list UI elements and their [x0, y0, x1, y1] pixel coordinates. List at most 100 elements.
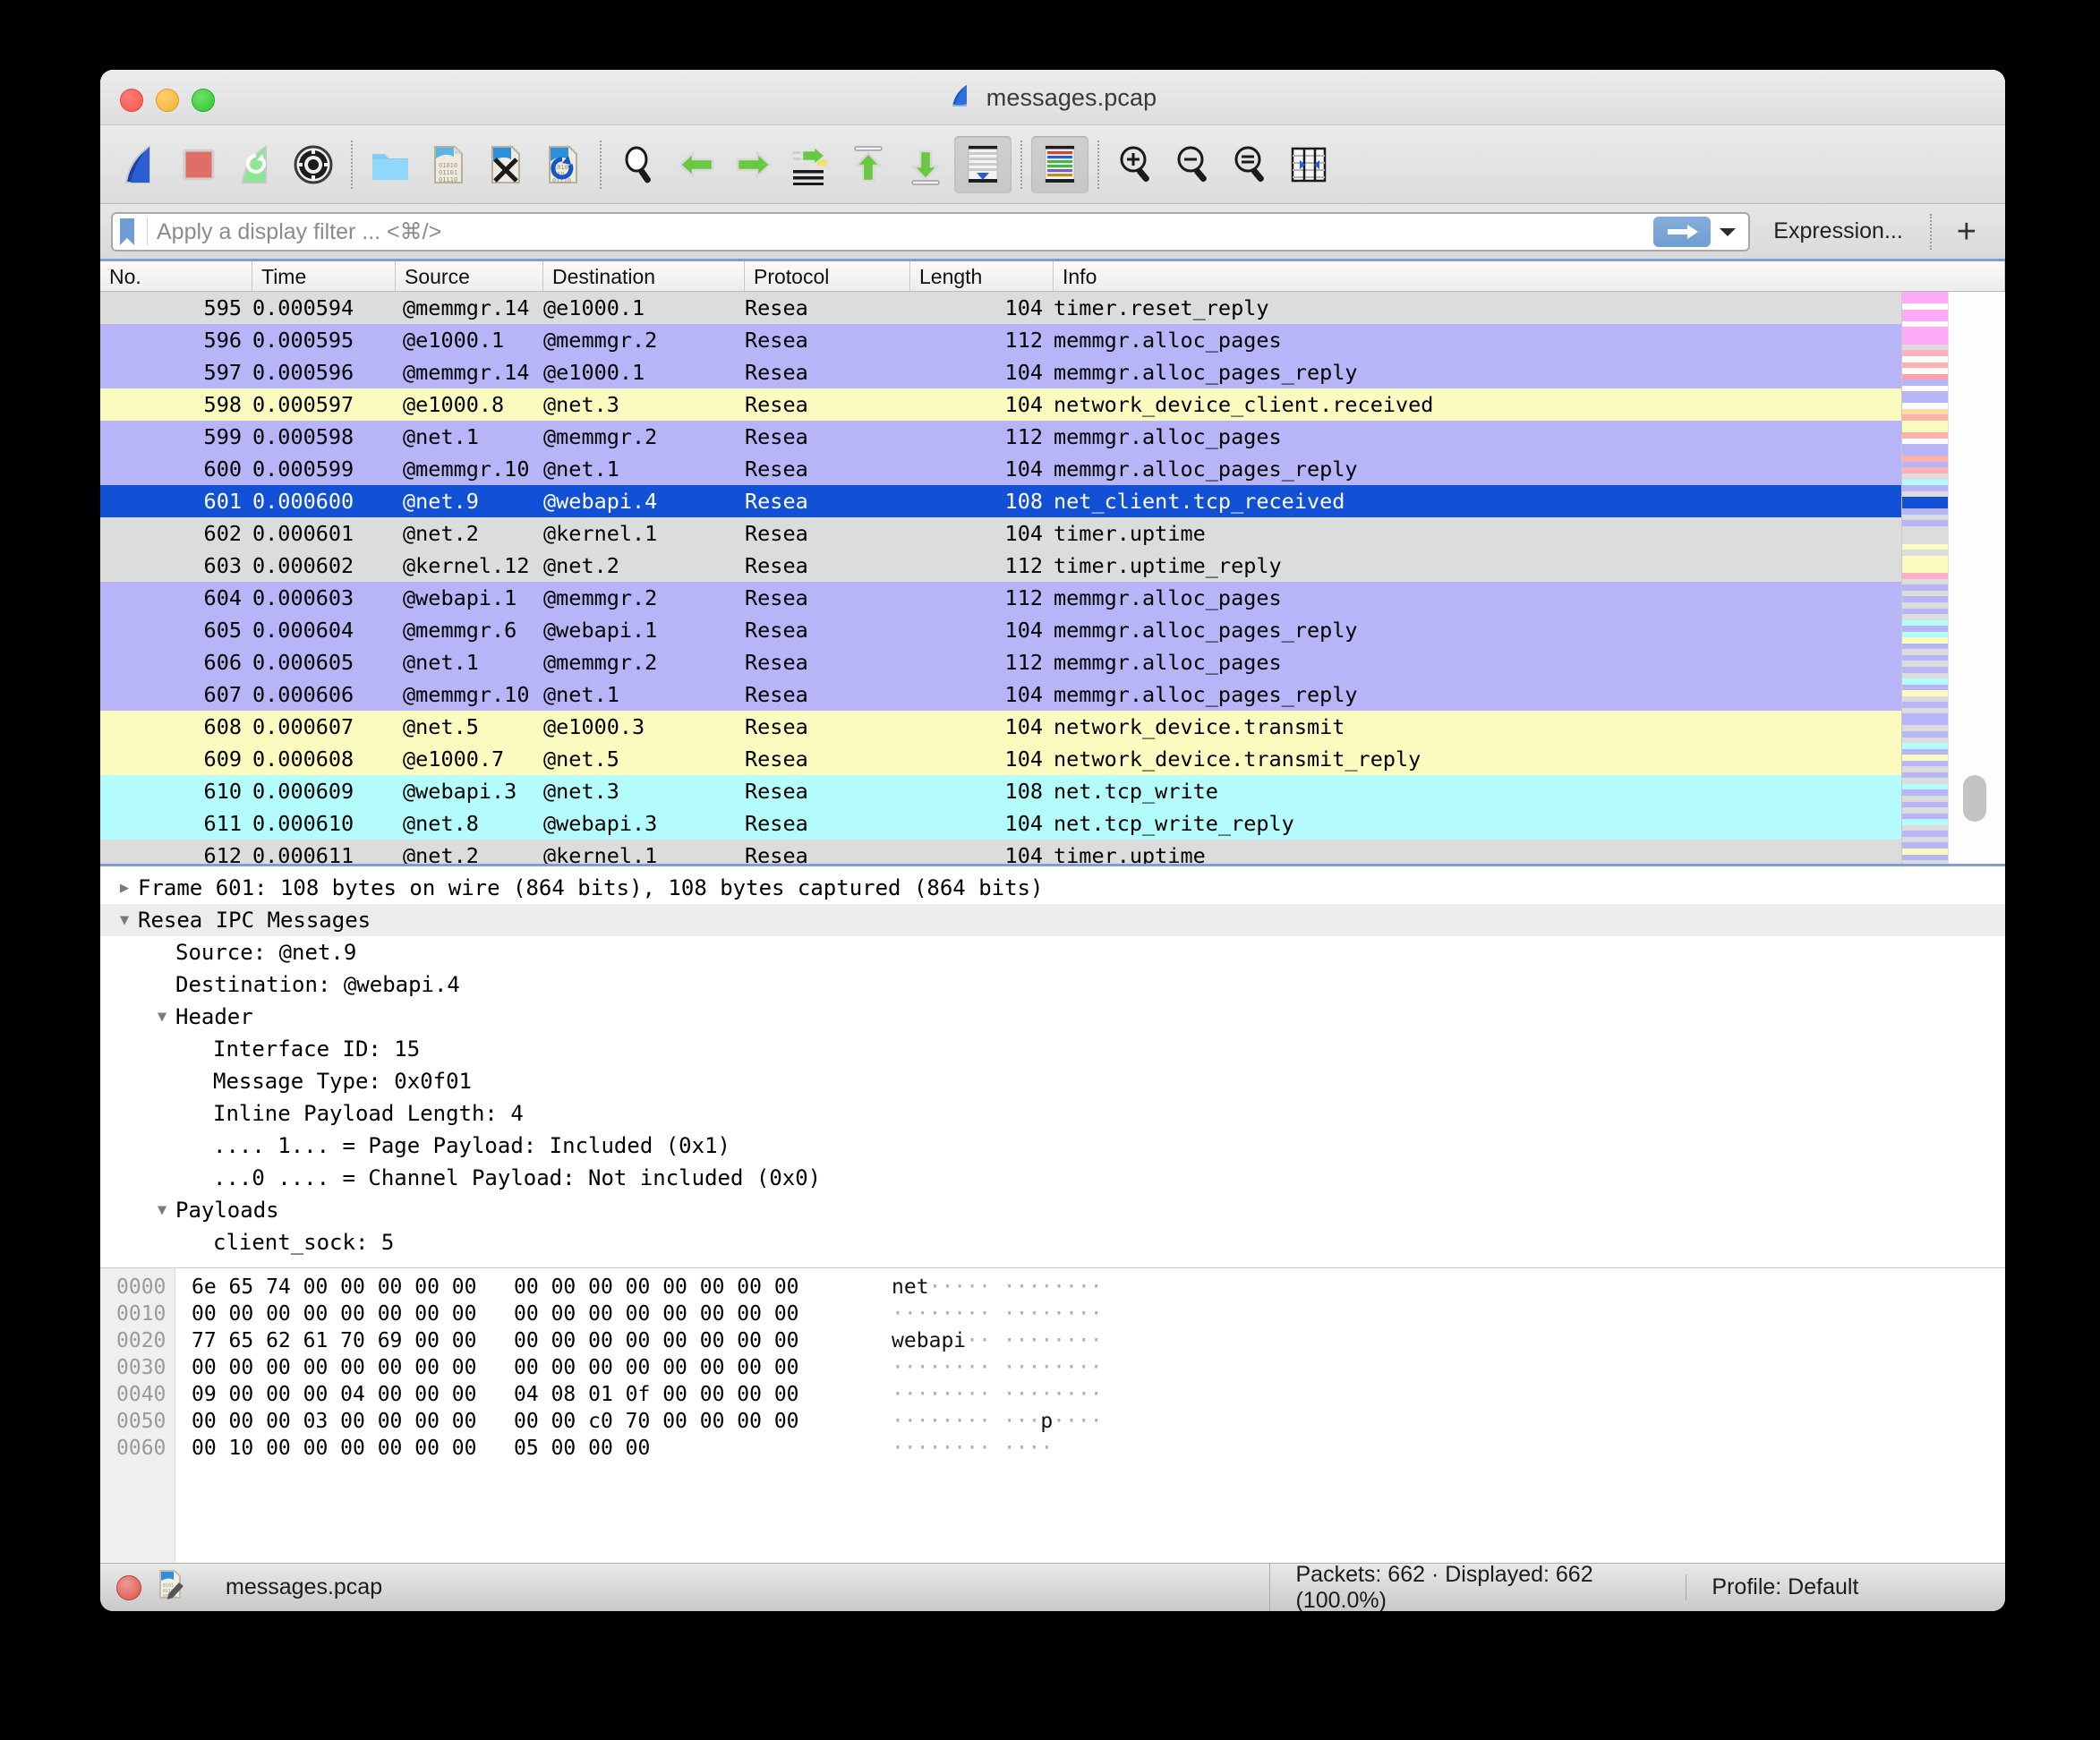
packet-row[interactable]: 605 0.000604 @memmgr.6 @webapi.1 Resea 104 mem… — [100, 614, 2005, 646]
hex-dump-row[interactable]: 0050 00 00 00 03 00 00 00 00 00 00 c0 70 … — [100, 1408, 2005, 1435]
auto-scroll-button[interactable] — [954, 135, 1012, 193]
scrollbar-thumb[interactable] — [1963, 775, 1986, 822]
capture-options-button[interactable] — [285, 136, 342, 193]
column-header-time[interactable]: Time — [252, 261, 396, 291]
packet-row[interactable]: 595 0.000594 @memmgr.14 @e1000.1 Resea 104 tim… — [100, 292, 2005, 324]
hex-bytes: 00 00 00 00 00 00 00 00 00 00 00 00 00 0… — [192, 1302, 799, 1326]
detail-tree-row[interactable]: Interface ID: 15 — [100, 1033, 2005, 1065]
packet-cell-destination: @net.3 — [543, 779, 619, 804]
column-header-no[interactable]: No. — [100, 261, 252, 291]
chevron-down-icon[interactable]: ▼ — [113, 911, 136, 929]
packet-cell-info: timer.uptime — [1054, 843, 1206, 864]
chevron-down-icon[interactable]: ▼ — [150, 1008, 174, 1026]
display-filter-input-wrap[interactable]: Apply a display filter ... <⌘/> — [111, 211, 1751, 252]
packet-row[interactable]: 610 0.000609 @webapi.3 @net.3 Resea 108 net.tc… — [100, 775, 2005, 807]
detail-tree-row[interactable]: ▼ Resea IPC Messages — [100, 904, 2005, 936]
packet-cell-time: 0.000603 — [252, 585, 354, 610]
reload-file-button[interactable]: 1010 110 01110 — [534, 136, 591, 193]
close-file-button[interactable] — [476, 136, 534, 193]
packet-row[interactable]: 597 0.000596 @memmgr.14 @e1000.1 Resea 104 mem… — [100, 356, 2005, 388]
packet-cell-source: @memmgr.10 — [403, 456, 530, 482]
column-header-protocol[interactable]: Protocol — [745, 261, 910, 291]
detail-tree-row[interactable]: ...0 .... = Channel Payload: Not include… — [100, 1162, 2005, 1194]
packet-cell-destination: @webapi.3 — [543, 811, 658, 836]
add-filter-button[interactable]: + — [1939, 215, 1994, 249]
packet-cell-no: 611 — [203, 811, 242, 836]
packet-cell-no: 601 — [203, 489, 242, 514]
chevron-right-icon[interactable]: ▶ — [113, 879, 136, 897]
zoom-reset-button[interactable] — [1223, 136, 1280, 193]
apply-filter-button[interactable] — [1653, 216, 1712, 247]
packet-row[interactable]: 607 0.000606 @memmgr.10 @net.1 Resea 104 memmg… — [100, 678, 2005, 711]
status-profile[interactable]: Profile: Default — [1686, 1574, 2005, 1600]
bookmark-icon[interactable] — [118, 217, 138, 247]
packet-row[interactable]: 596 0.000595 @e1000.1 @memmgr.2 Resea 112 memm… — [100, 324, 2005, 356]
detail-tree-row[interactable]: Inline Payload Length: 4 — [100, 1097, 2005, 1130]
column-header-destination[interactable]: Destination — [543, 261, 745, 291]
packet-row[interactable]: 600 0.000599 @memmgr.10 @net.1 Resea 104 memmg… — [100, 453, 2005, 485]
packet-row[interactable]: 602 0.000601 @net.2 @kernel.1 Resea 104 timer.… — [100, 517, 2005, 550]
packet-cell-no: 607 — [203, 682, 242, 707]
detail-tree-row[interactable]: Message Type: 0x0f01 — [100, 1065, 2005, 1097]
packet-row[interactable]: 601 0.000600 @net.9 @webapi.4 Resea 108 net_cl… — [100, 485, 2005, 517]
go-forward-button[interactable] — [725, 136, 782, 193]
packet-cell-source: @net.1 — [403, 650, 479, 675]
packet-cell-source: @memmgr.6 — [403, 618, 517, 643]
detail-tree-label: client_sock: 5 — [213, 1230, 395, 1255]
svg-text:01010: 01010 — [439, 162, 457, 169]
find-packet-button[interactable] — [610, 136, 668, 193]
detail-tree-row[interactable]: ▼ Payloads — [100, 1194, 2005, 1226]
go-to-first-button[interactable] — [840, 136, 897, 193]
column-header-info[interactable]: Info — [1054, 261, 2005, 291]
detail-tree-row[interactable]: client_sock: 5 — [100, 1226, 2005, 1258]
save-file-button[interactable]: 01010 01101 01110 — [419, 136, 476, 193]
packet-cell-destination: @kernel.1 — [543, 843, 658, 864]
open-file-button[interactable] — [362, 136, 419, 193]
go-back-button[interactable] — [668, 136, 725, 193]
packet-detail-pane[interactable]: ▶ Frame 601: 108 bytes on wire (864 bits)… — [100, 866, 2005, 1267]
filter-expression-button[interactable]: Expression... — [1754, 218, 1923, 244]
search-input[interactable]: Apply a display filter ... <⌘/> — [147, 218, 1653, 245]
chevron-down-icon[interactable]: ▼ — [150, 1201, 174, 1219]
hex-dump-row[interactable]: 0000 6e 65 74 00 00 00 00 00 00 00 00 00 … — [100, 1274, 2005, 1301]
capture-file-properties-icon[interactable]: 0101011001101 — [156, 1569, 186, 1606]
chevron-down-icon[interactable] — [1711, 217, 1745, 247]
packet-row[interactable]: 611 0.000610 @net.8 @webapi.3 Resea 104 net.tc… — [100, 807, 2005, 840]
expert-info-icon[interactable] — [116, 1574, 141, 1600]
packet-row[interactable]: 608 0.000607 @net.5 @e1000.3 Resea 104 network… — [100, 711, 2005, 743]
resize-columns-button[interactable] — [1280, 136, 1337, 193]
zoom-out-button[interactable] — [1165, 136, 1223, 193]
column-header-source[interactable]: Source — [396, 261, 543, 291]
hex-dump-row[interactable]: 0010 00 00 00 00 00 00 00 00 00 00 00 00 … — [100, 1301, 2005, 1327]
packet-cell-time: 0.000610 — [252, 811, 354, 836]
detail-tree-row[interactable]: Source: @net.9 — [100, 936, 2005, 968]
detail-tree-row[interactable]: .... 1... = Page Payload: Included (0x1) — [100, 1130, 2005, 1162]
stop-capture-button[interactable] — [170, 136, 227, 193]
detail-tree-row[interactable]: ▶ Frame 601: 108 bytes on wire (864 bits)… — [100, 872, 2005, 904]
hex-dump-row[interactable]: 0020 77 65 62 61 70 69 00 00 00 00 00 00 … — [100, 1327, 2005, 1354]
restart-capture-button[interactable] — [227, 136, 285, 193]
packet-cell-time: 0.000601 — [252, 521, 354, 546]
go-to-last-button[interactable] — [897, 136, 954, 193]
intelligent-scrollbar-minimap[interactable] — [1901, 292, 1948, 864]
packet-list-scrollbar[interactable] — [1948, 292, 2005, 864]
hex-dump-row[interactable]: 0040 09 00 00 00 04 00 00 00 04 08 01 0f … — [100, 1381, 2005, 1408]
detail-tree-row[interactable]: ▼ Header — [100, 1001, 2005, 1033]
go-to-packet-button[interactable] — [782, 136, 840, 193]
packet-row[interactable]: 606 0.000605 @net.1 @memmgr.2 Resea 112 memmgr… — [100, 646, 2005, 678]
column-header-length[interactable]: Length — [910, 261, 1054, 291]
packet-row[interactable]: 609 0.000608 @e1000.7 @net.5 Resea 104 network… — [100, 743, 2005, 775]
colorize-packets-button[interactable] — [1031, 135, 1088, 193]
packet-row[interactable]: 599 0.000598 @net.1 @memmgr.2 Resea 112 memmgr… — [100, 421, 2005, 453]
hex-dump-row[interactable]: 0060 00 10 00 00 00 00 00 00 05 00 00 00 ·… — [100, 1435, 2005, 1462]
packet-row[interactable]: 604 0.000603 @webapi.1 @memmgr.2 Resea 112 mem… — [100, 582, 2005, 614]
packet-bytes-pane[interactable]: 0000 6e 65 74 00 00 00 00 00 00 00 00 00 … — [100, 1267, 2005, 1563]
packet-row[interactable]: 603 0.000602 @kernel.12 @net.2 Resea 112 timer… — [100, 550, 2005, 582]
detail-tree-row[interactable]: Destination: @webapi.4 — [100, 968, 2005, 1001]
hex-dump-row[interactable]: 0030 00 00 00 00 00 00 00 00 00 00 00 00 … — [100, 1354, 2005, 1381]
packet-row[interactable]: 598 0.000597 @e1000.8 @net.3 Resea 104 network… — [100, 388, 2005, 421]
packet-cell-destination: @memmgr.2 — [543, 424, 658, 449]
start-capture-button[interactable] — [113, 136, 170, 193]
packet-row[interactable]: 612 0.000611 @net.2 @kernel.1 Resea 104 timer.… — [100, 840, 2005, 864]
zoom-in-button[interactable] — [1108, 136, 1165, 193]
